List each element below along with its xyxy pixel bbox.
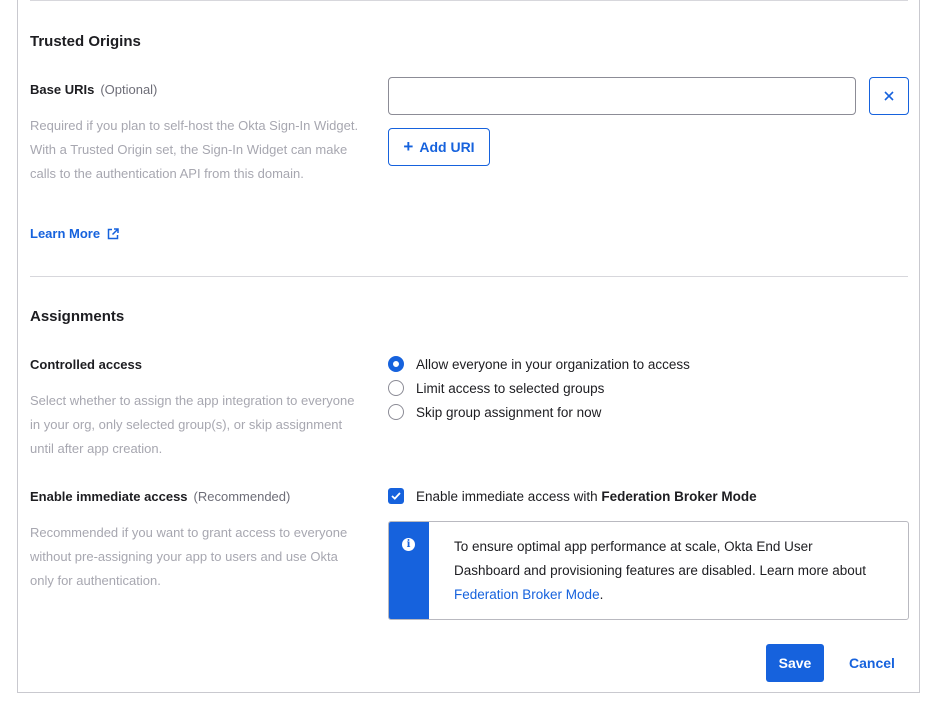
callout-text: To ensure optimal app performance at sca… (454, 539, 867, 578)
base-uris-label-text: Base URIs (30, 82, 95, 97)
immediate-access-label-text: Enable immediate access (30, 489, 188, 504)
checkbox-label-bold: Federation Broker Mode (601, 488, 757, 504)
info-icon: i (402, 538, 415, 551)
checkmark-icon (391, 492, 401, 500)
radio-option-label: Allow everyone in your organization to a… (416, 356, 690, 372)
plus-icon: + (403, 136, 414, 156)
add-uri-label: Add URI (419, 139, 475, 155)
immediate-access-checkbox-label: Enable immediate access with Federation … (416, 489, 757, 504)
radio-button-checked[interactable] (388, 356, 404, 372)
learn-more-link[interactable]: Learn More (30, 226, 119, 241)
callout-accent-bar: i (389, 522, 429, 619)
radio-option-allow-everyone[interactable]: Allow everyone in your organization to a… (388, 356, 690, 372)
immediate-access-recommended-tag: (Recommended) (193, 489, 291, 504)
radio-button[interactable] (388, 380, 404, 396)
base-uris-help-text: Required if you plan to self-host the Ok… (30, 118, 359, 181)
immediate-access-label: Enable immediate access (Recommended) (30, 489, 290, 504)
assignments-heading: Assignments (30, 308, 125, 325)
controlled-access-help-text: Select whether to assign the app integra… (30, 393, 355, 456)
immediate-access-help-text: Recommended if you want to grant access … (30, 525, 348, 588)
info-callout: i To ensure optimal app performance at s… (388, 521, 909, 620)
radio-option-label: Limit access to selected groups (416, 380, 605, 396)
radio-option-limit-groups[interactable]: Limit access to selected groups (388, 380, 604, 396)
federation-broker-mode-link[interactable]: Federation Broker Mode (454, 587, 600, 602)
top-divider (30, 0, 908, 1)
external-link-icon (107, 227, 119, 239)
immediate-access-checkbox[interactable] (388, 488, 404, 504)
base-uri-input[interactable] (388, 77, 856, 115)
immediate-access-checkbox-row[interactable]: Enable immediate access with Federation … (388, 488, 757, 504)
save-button[interactable]: Save (766, 644, 824, 682)
callout-end: . (599, 587, 604, 602)
trusted-origins-heading: Trusted Origins (30, 33, 141, 50)
radio-option-label: Skip group assignment for now (416, 404, 602, 420)
radio-option-skip-assignment[interactable]: Skip group assignment for now (388, 404, 601, 420)
base-uris-label: Base URIs (Optional) (30, 82, 157, 97)
controlled-access-label: Controlled access (30, 357, 142, 372)
add-uri-button[interactable]: + Add URI (388, 128, 490, 166)
base-uris-optional-tag: (Optional) (100, 82, 158, 97)
section-divider (30, 276, 908, 277)
cancel-button[interactable]: Cancel (840, 644, 904, 682)
remove-uri-button[interactable] (869, 77, 909, 115)
callout-message: To ensure optimal app performance at sca… (454, 535, 874, 607)
checkbox-label-text: Enable immediate access with (416, 488, 602, 504)
radio-button[interactable] (388, 404, 404, 420)
learn-more-label: Learn More (30, 226, 101, 241)
close-icon (884, 91, 894, 101)
